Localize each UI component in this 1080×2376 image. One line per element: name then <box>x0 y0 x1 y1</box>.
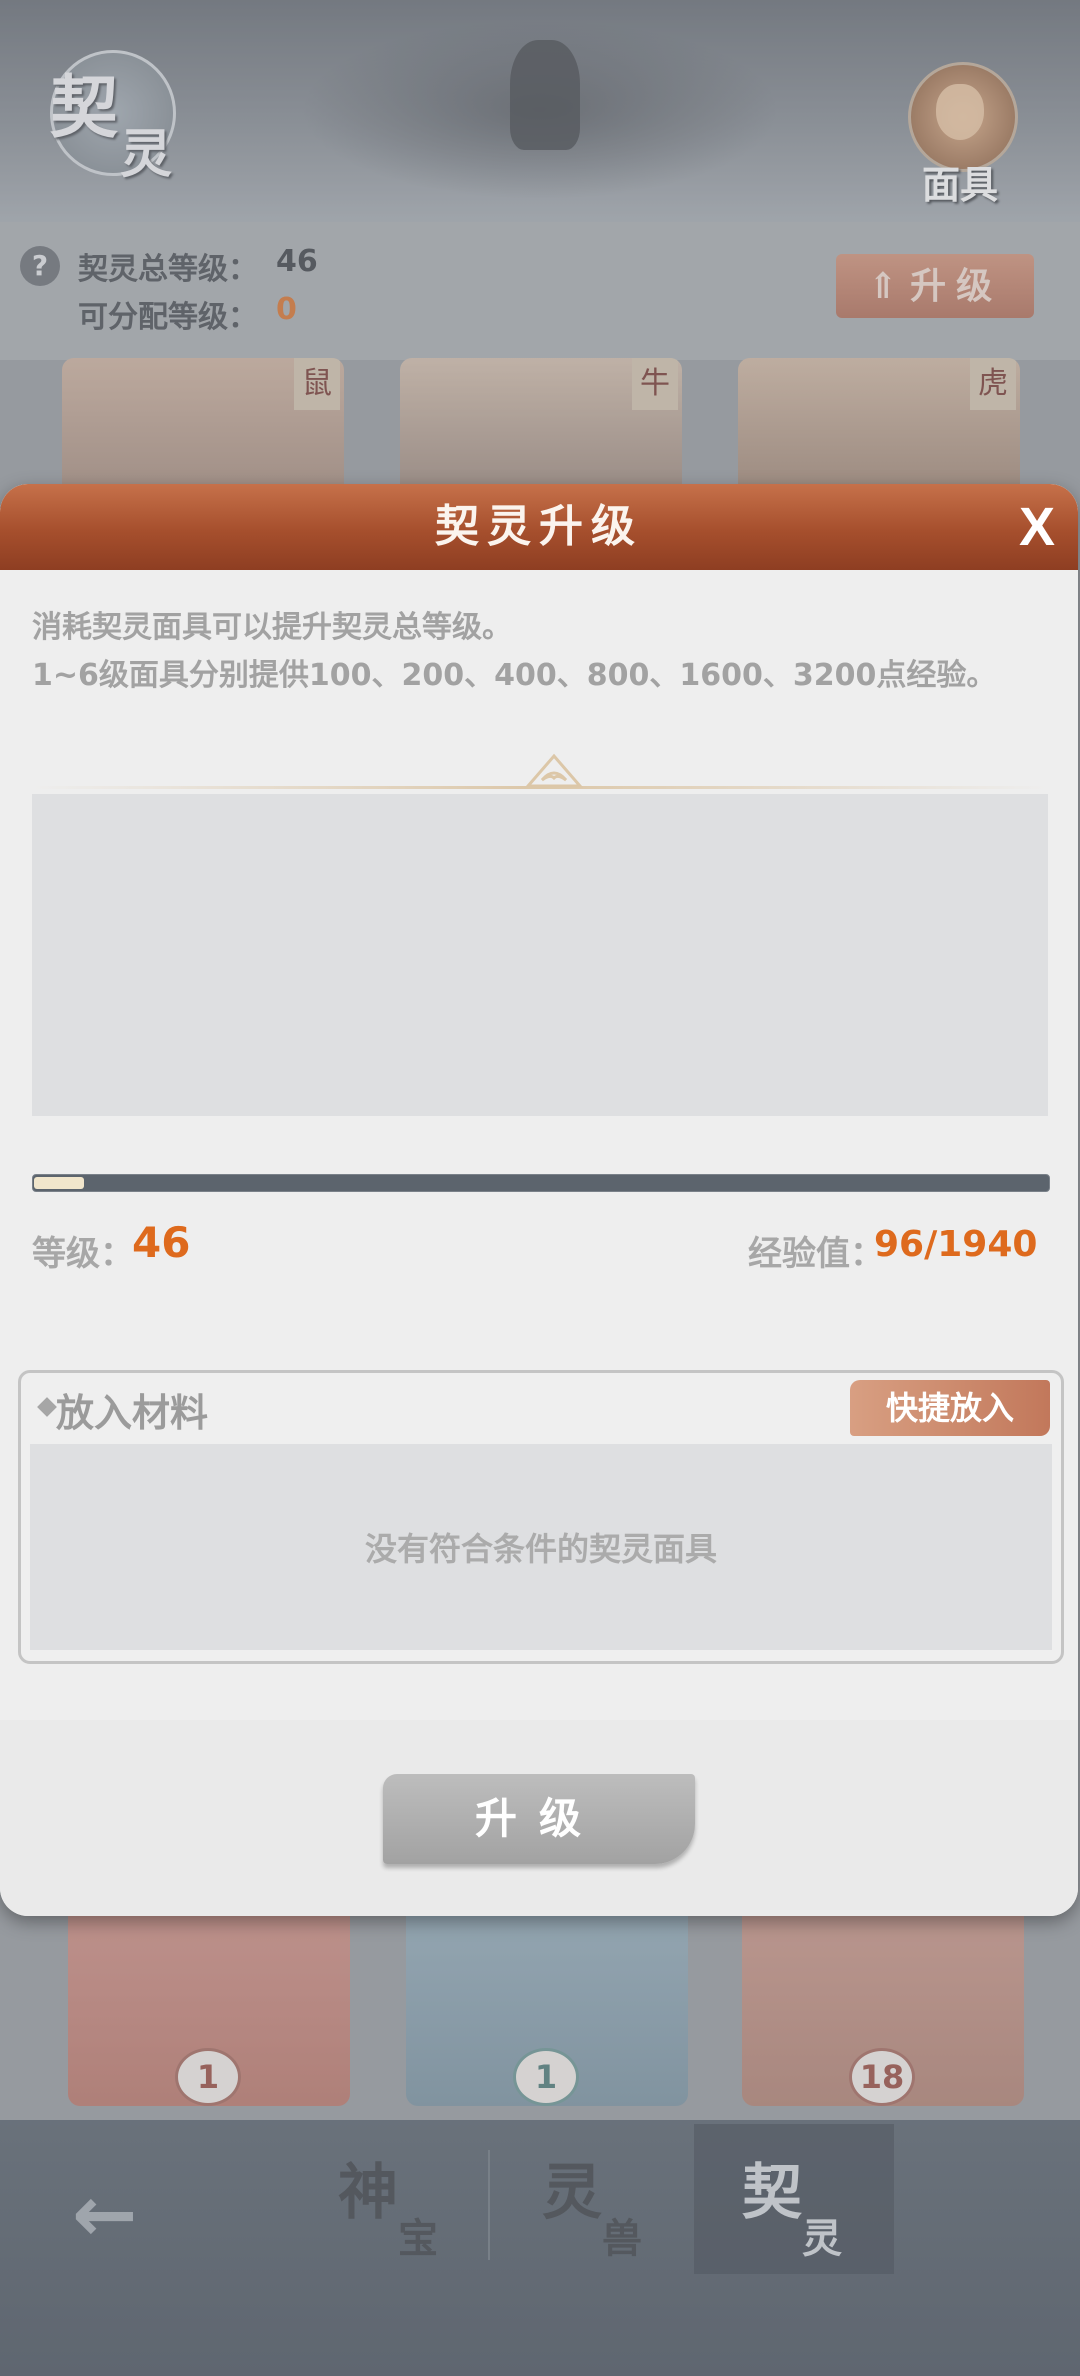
upgrade-modal: 契灵升级 X 消耗契灵面具可以提升契灵总等级。 1~6级面具分别提供100、20… <box>0 484 1078 1916</box>
cloud-ornament-icon <box>524 753 584 788</box>
modal-description-line-1: 消耗契灵面具可以提升契灵总等级。 <box>32 610 512 645</box>
empty-materials-text: 没有符合条件的契灵面具 <box>364 1530 717 1568</box>
mask-preview-area <box>32 794 1048 1116</box>
exp-label: 经验值： <box>748 1234 884 1274</box>
close-icon[interactable]: X <box>1006 494 1068 560</box>
modal-description-line-2: 1~6级面具分别提供100、200、400、800、1600、3200点经验。 <box>32 658 997 693</box>
exp-progress-fill <box>34 1177 84 1189</box>
level-label: 等级： <box>32 1234 134 1274</box>
upgrade-button[interactable]: 升级 <box>383 1774 695 1864</box>
level-value: 46 <box>132 1218 191 1267</box>
quick-place-button[interactable]: 快捷放入 <box>850 1380 1050 1436</box>
modal-title: 契灵升级 <box>435 501 643 552</box>
exp-progress-bar <box>32 1174 1050 1192</box>
exp-value: 96/1940 <box>874 1224 1038 1265</box>
material-title: 放入材料 <box>56 1390 209 1435</box>
